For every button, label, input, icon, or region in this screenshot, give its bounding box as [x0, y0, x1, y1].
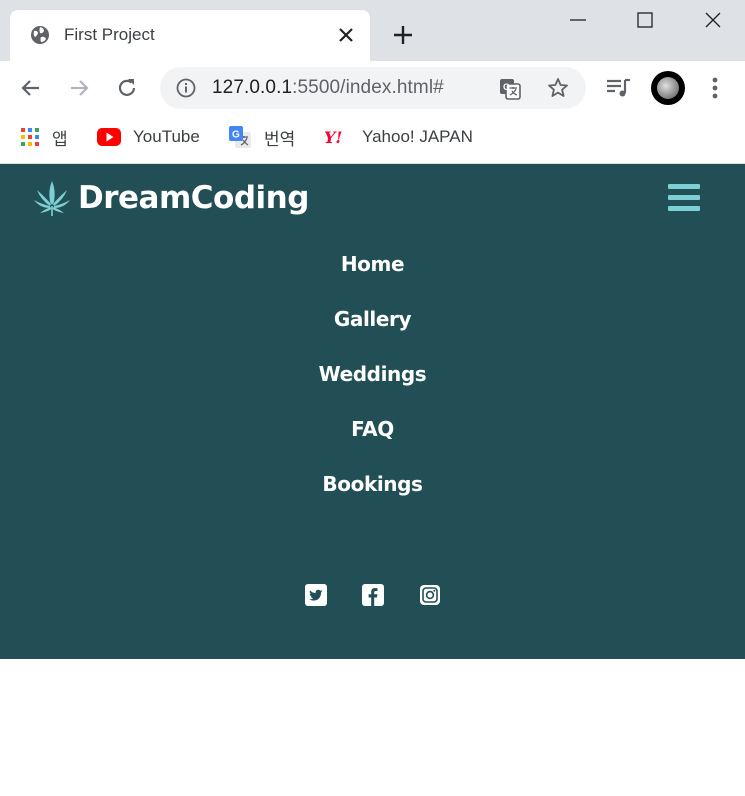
svg-text:G: G: [232, 130, 240, 141]
tab-title: First Project: [64, 25, 155, 44]
social-links: [0, 584, 745, 608]
minimize-icon[interactable]: [566, 8, 590, 32]
back-arrow-icon[interactable]: [18, 75, 44, 101]
nav-item-bookings: Bookings: [0, 472, 745, 527]
hamburger-menu-icon[interactable]: [668, 184, 700, 212]
globe-icon: [31, 26, 49, 44]
close-tab-icon[interactable]: [336, 25, 356, 45]
svg-text:G: G: [503, 82, 510, 92]
instagram-icon[interactable]: [419, 584, 441, 606]
web-page: DreamCoding Home Gallery Weddings FAQ Bo…: [0, 164, 745, 796]
bookmark-label: 앱: [52, 129, 68, 149]
logo-text: DreamCoding: [78, 180, 309, 216]
bookmark-label: YouTube: [133, 127, 200, 146]
yahoo-icon: Y!: [324, 128, 342, 146]
address-bar[interactable]: 127.0.0.1:5500/index.html# G: [160, 67, 586, 109]
leaf-icon: [34, 181, 70, 216]
site-navbar: DreamCoding Home Gallery Weddings FAQ Bo…: [0, 164, 745, 659]
forward-arrow-icon[interactable]: [66, 75, 92, 101]
browser-toolbar: 127.0.0.1:5500/index.html# G: [0, 61, 745, 115]
site-logo[interactable]: DreamCoding: [32, 178, 309, 218]
bookmark-label: Yahoo! JAPAN: [362, 127, 473, 146]
nav-link-bookings[interactable]: Bookings: [322, 472, 423, 496]
apps-grid-icon: [21, 128, 39, 146]
nav-link-home[interactable]: Home: [341, 252, 405, 276]
facebook-icon[interactable]: [362, 584, 384, 606]
bookmark-star-icon[interactable]: [546, 76, 570, 100]
site-info-icon[interactable]: [176, 78, 196, 98]
svg-text:Y!: Y!: [324, 128, 342, 146]
url-text: 127.0.0.1:5500/index.html#: [212, 77, 444, 99]
nav-link-faq[interactable]: FAQ: [351, 417, 394, 441]
youtube-icon: [97, 128, 121, 146]
profile-avatar[interactable]: [651, 71, 685, 105]
bookmark-yahoo-japan[interactable]: Y! Yahoo! JAPAN: [324, 125, 473, 149]
twitter-icon[interactable]: [305, 584, 327, 606]
moon-avatar-image: [657, 77, 679, 99]
nav-item-gallery: Gallery: [0, 307, 745, 362]
media-controls-icon[interactable]: [604, 75, 632, 101]
nav-menu: Home Gallery Weddings FAQ Bookings: [0, 252, 745, 527]
bookmark-youtube[interactable]: YouTube: [97, 125, 200, 149]
maximize-icon[interactable]: [633, 8, 657, 32]
translate-page-icon[interactable]: G: [498, 77, 522, 101]
browser-tab[interactable]: First Project: [10, 10, 370, 61]
bookmarks-bar: 앱 YouTube G 번역 Y! Yahoo! JAPAN: [0, 115, 745, 164]
url-host: 127.0.0.1: [212, 77, 293, 98]
url-path: :5500/index.html#: [292, 77, 444, 98]
nav-item-home: Home: [0, 252, 745, 307]
browser-title-bar: First Project: [0, 0, 745, 61]
nav-item-weddings: Weddings: [0, 362, 745, 417]
window-close-icon[interactable]: [701, 8, 725, 32]
bookmark-apps[interactable]: 앱: [20, 125, 68, 149]
nav-link-gallery[interactable]: Gallery: [334, 307, 412, 331]
nav-item-faq: FAQ: [0, 417, 745, 472]
more-menu-icon[interactable]: [705, 75, 725, 101]
reload-icon[interactable]: [114, 75, 140, 101]
nav-link-weddings[interactable]: Weddings: [319, 362, 427, 386]
google-translate-icon: G: [229, 126, 251, 148]
bookmark-translate[interactable]: G 번역: [228, 125, 295, 149]
bookmark-label: 번역: [264, 129, 296, 149]
new-tab-icon[interactable]: [390, 22, 416, 48]
